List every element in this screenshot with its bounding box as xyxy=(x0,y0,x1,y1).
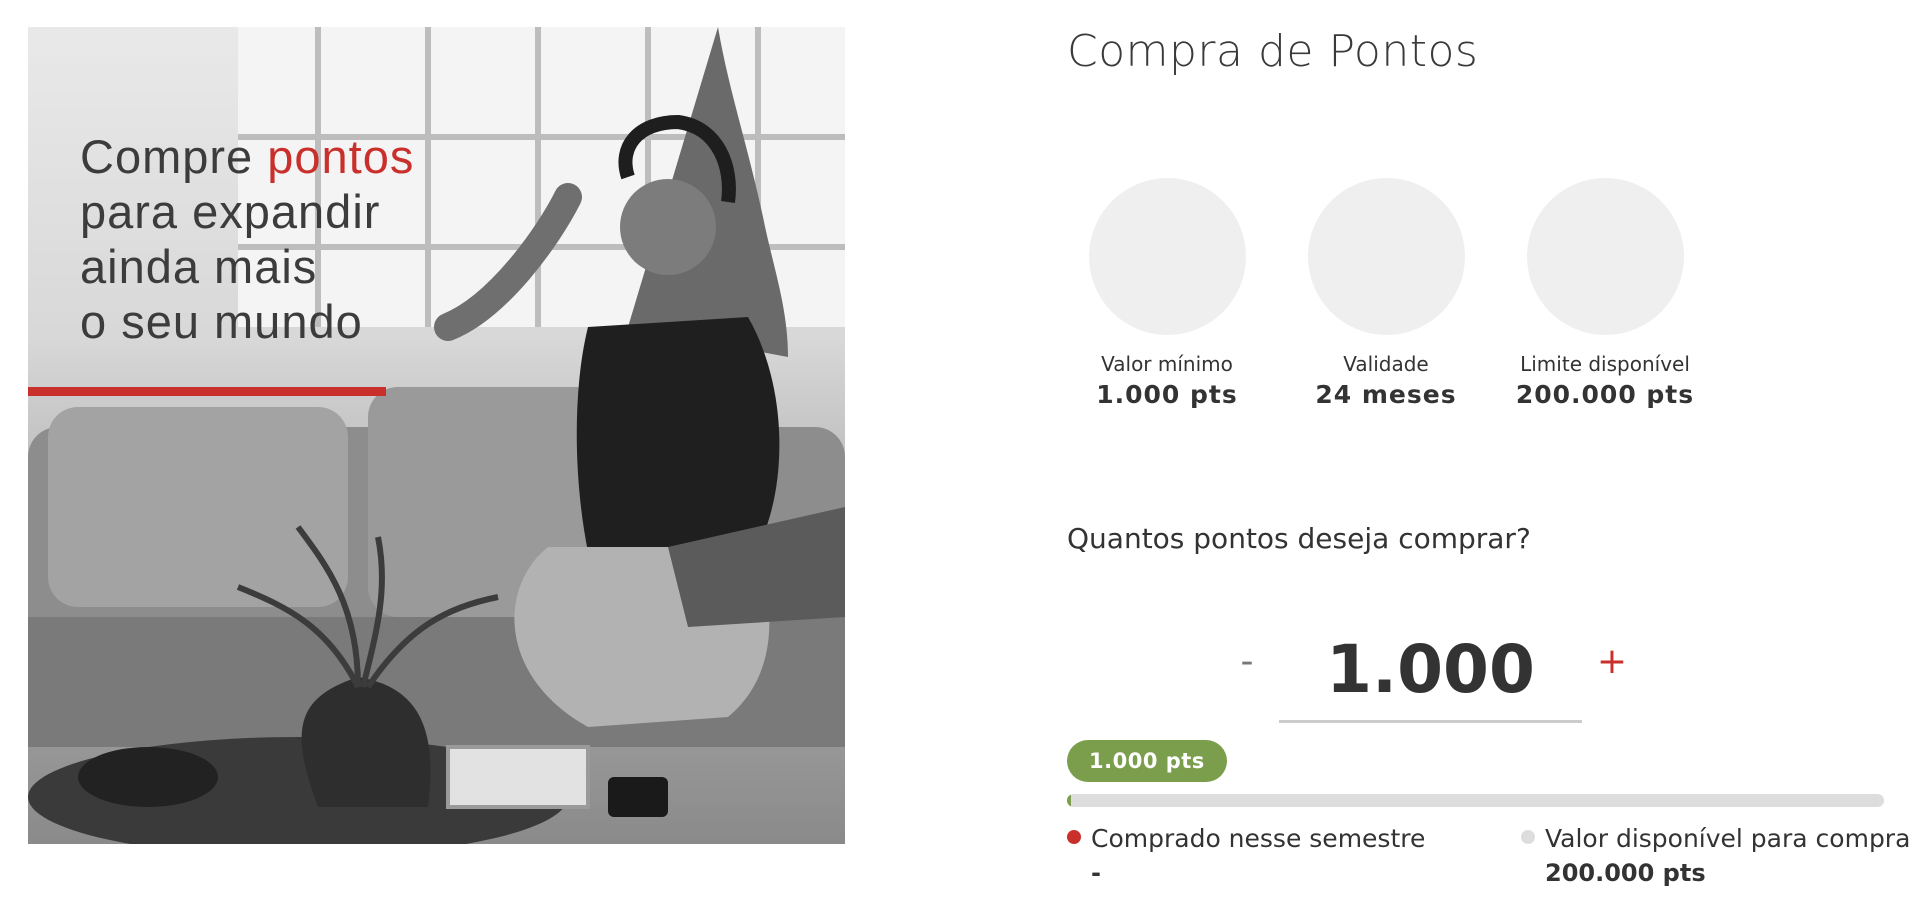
info-label: Validade xyxy=(1343,352,1429,376)
hero-headline: Compre pontos para expandir ainda mais o… xyxy=(80,129,414,349)
legend-purchased-label: Comprado nesse semestre xyxy=(1091,824,1426,853)
available-dot-icon xyxy=(1521,829,1535,844)
hero-headline-line-2: para expandir xyxy=(80,185,381,238)
info-available-limit: Limite disponível 200.000 pts xyxy=(1495,178,1715,409)
hero-headline-accent: pontos xyxy=(267,130,415,183)
legend-purchased: Comprado nesse semestre - xyxy=(1067,824,1425,887)
hero-headline-line-3: ainda mais xyxy=(80,240,318,293)
info-circle-icon xyxy=(1088,178,1246,335)
points-amount-input[interactable] xyxy=(1279,618,1582,723)
selected-points-badge: 1.000 pts xyxy=(1067,740,1227,782)
info-circle-icon xyxy=(1307,178,1465,335)
info-circle-icon xyxy=(1526,178,1684,335)
legend-available: Valor disponível para compra 200.000 pts xyxy=(1521,824,1910,887)
info-minimum-value: Valor mínimo 1.000 pts xyxy=(1057,178,1277,409)
page-title: Compra de Pontos xyxy=(1067,26,1479,77)
decrease-points-button[interactable]: - xyxy=(1227,636,1267,686)
info-label: Valor mínimo xyxy=(1101,352,1233,376)
hero-banner: Compre pontos para expandir ainda mais o… xyxy=(28,27,845,844)
legend-purchased-value: - xyxy=(1091,859,1101,887)
hero-accent-rule xyxy=(28,387,386,396)
info-value: 1.000 pts xyxy=(1096,380,1238,409)
info-value: 24 meses xyxy=(1315,380,1457,409)
info-validity: Validade 24 meses xyxy=(1276,178,1496,409)
increase-points-button[interactable]: + xyxy=(1592,636,1632,686)
hero-headline-line-1: Compre pontos xyxy=(80,129,414,184)
purchase-progress-bar xyxy=(1067,794,1884,807)
info-label: Limite disponível xyxy=(1520,352,1690,376)
legend-available-value: 200.000 pts xyxy=(1545,859,1706,887)
purchase-progress-fill xyxy=(1067,794,1072,807)
hero-headline-line-4: o seu mundo xyxy=(80,295,363,348)
purchased-dot-icon xyxy=(1067,829,1081,844)
info-value: 200.000 pts xyxy=(1515,380,1695,409)
purchase-question: Quantos pontos deseja comprar? xyxy=(1067,522,1531,555)
hero-headline-prefix: Compre xyxy=(80,130,254,183)
legend-available-label: Valor disponível para compra xyxy=(1545,824,1911,853)
